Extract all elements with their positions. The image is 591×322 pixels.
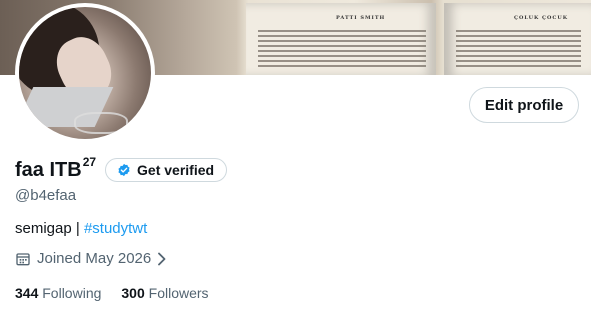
joined-date: Joined May 2026: [37, 250, 152, 267]
avatar[interactable]: [15, 3, 155, 143]
profile-handle: @b4efaa: [15, 187, 77, 204]
bio-hashtag-link[interactable]: #studytwt: [84, 220, 147, 237]
calendar-icon: [16, 252, 30, 265]
chevron-right-icon: [158, 252, 166, 265]
followers-link[interactable]: 300 Followers: [121, 285, 208, 301]
joined-date-row[interactable]: Joined May 2026: [15, 250, 168, 267]
followers-label: Followers: [148, 285, 209, 301]
banner-book-right-page: ÇOLUK ÇOCUK: [444, 3, 591, 75]
get-verified-button[interactable]: Get verified: [105, 158, 228, 182]
banner-left-page-text: [258, 27, 426, 70]
get-verified-label: Get verified: [137, 162, 215, 178]
avatar-photo: [19, 7, 151, 139]
followers-count: 300: [121, 285, 145, 301]
banner-right-page-header: ÇOLUK ÇOCUK: [514, 15, 569, 21]
following-label: Following: [42, 285, 102, 301]
profile-bio: semigap | #studytwt: [15, 220, 147, 237]
following-count: 344: [15, 285, 39, 301]
banner-right-page-text: [456, 27, 581, 70]
bio-text: semigap |: [15, 220, 84, 237]
following-link[interactable]: 344 Following: [15, 285, 101, 301]
verified-badge-icon: [118, 163, 130, 177]
banner-left-page-header: PATTI SMITH: [336, 15, 386, 21]
banner-book-left-page: PATTI SMITH: [246, 3, 436, 75]
profile-name-row: faa ITB 27 Get verified: [15, 155, 228, 182]
display-name: faa ITB: [15, 158, 82, 181]
edit-profile-button[interactable]: Edit profile: [469, 87, 579, 123]
display-name-superscript: 27: [82, 155, 97, 169]
profile-stats: 344 Following 300 Followers: [15, 285, 229, 301]
